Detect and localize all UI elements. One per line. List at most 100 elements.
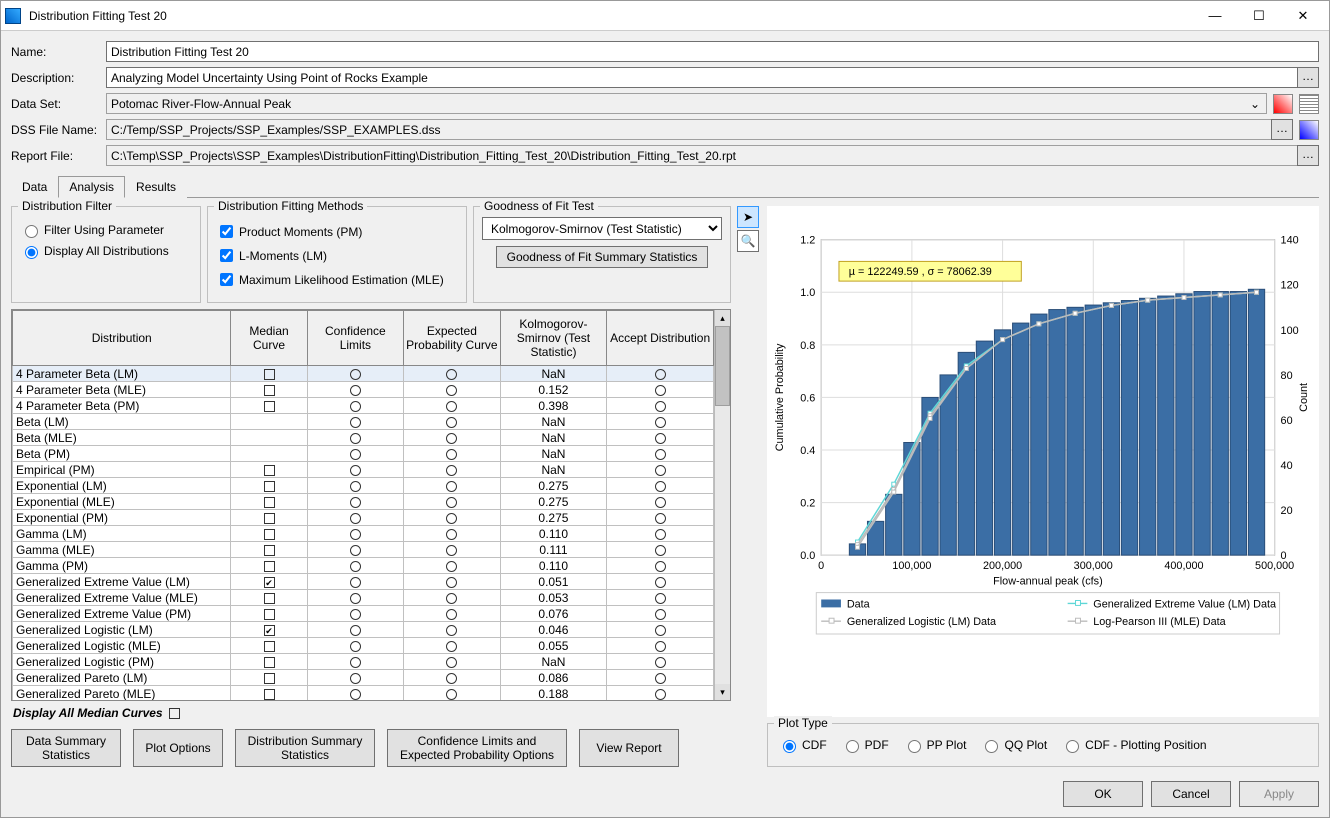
ok-button[interactable]: OK [1063, 781, 1143, 807]
table-row[interactable]: Generalized Logistic (PM) NaN [13, 654, 714, 670]
dist-summary-button[interactable]: Distribution Summary Statistics [235, 729, 375, 767]
svg-text:1.0: 1.0 [800, 287, 815, 299]
plot-type-cdf[interactable]: CDF [778, 737, 827, 753]
description-browse-button[interactable]: … [1297, 67, 1319, 88]
svg-text:20: 20 [1281, 505, 1293, 517]
minimize-button[interactable]: — [1193, 2, 1237, 30]
dss-file-field: C:/Temp/SSP_Projects/SSP_Examples/SSP_EX… [106, 119, 1272, 140]
gof-test-select[interactable]: Kolmogorov-Smirnov (Test Statistic) [482, 217, 722, 240]
cancel-button[interactable]: Cancel [1151, 781, 1231, 807]
name-input[interactable] [106, 41, 1319, 62]
tab-data[interactable]: Data [11, 176, 58, 198]
chart[interactable]: 0.00.20.40.60.81.01.20204060801001201400… [767, 206, 1319, 717]
pointer-tool-button[interactable]: ➤ [737, 206, 759, 228]
chart-blue-icon[interactable] [1299, 120, 1319, 140]
svg-text:1.2: 1.2 [800, 235, 815, 247]
close-button[interactable]: ✕ [1281, 2, 1325, 30]
description-input[interactable] [106, 67, 1298, 88]
col-median[interactable]: Median Curve [231, 311, 307, 366]
table-row[interactable]: Generalized Extreme Value (MLE) 0.053 [13, 590, 714, 606]
svg-text:100,000: 100,000 [892, 560, 931, 572]
table-row[interactable]: Gamma (MLE) 0.111 [13, 542, 714, 558]
plot-type-pdf[interactable]: PDF [841, 737, 889, 753]
name-label: Name: [11, 45, 106, 59]
filter-using-parameter-radio[interactable]: Filter Using Parameter [20, 222, 192, 238]
plot-type-pp[interactable]: PP Plot [903, 737, 967, 753]
plot-options-button[interactable]: Plot Options [133, 729, 223, 767]
svg-text:500,000: 500,000 [1255, 560, 1294, 572]
display-all-median-label: Display All Median Curves [13, 706, 163, 720]
display-all-median-checkbox[interactable] [169, 708, 180, 719]
table-row[interactable]: Generalized Extreme Value (PM) 0.076 [13, 606, 714, 622]
table-row[interactable]: Beta (LM) NaN [13, 414, 714, 430]
scroll-down-icon[interactable]: ▾ [715, 684, 730, 700]
svg-text:Flow-annual peak (cfs): Flow-annual peak (cfs) [993, 576, 1103, 588]
chart-red-icon[interactable] [1273, 94, 1293, 114]
col-expected[interactable]: Expected Probability Curve [404, 311, 501, 366]
svg-text:0.0: 0.0 [800, 550, 815, 562]
dss-file-value: C:/Temp/SSP_Projects/SSP_Examples/SSP_EX… [111, 123, 440, 137]
mle-checkbox[interactable]: Maximum Likelihood Estimation (MLE) [216, 270, 458, 289]
dss-label: DSS File Name: [11, 123, 106, 137]
data-summary-button[interactable]: Data Summary Statistics [11, 729, 121, 767]
svg-text:400,000: 400,000 [1164, 560, 1203, 572]
zoom-tool-button[interactable]: 🔍 [737, 230, 759, 252]
description-label: Description: [11, 71, 106, 85]
table-row[interactable]: Empirical (PM) NaN [13, 462, 714, 478]
svg-text:100: 100 [1281, 325, 1299, 337]
scroll-thumb[interactable] [715, 326, 730, 406]
report-browse-button[interactable]: … [1297, 145, 1319, 166]
col-confidence[interactable]: Confidence Limits [307, 311, 404, 366]
svg-text:40: 40 [1281, 460, 1293, 472]
lm-checkbox[interactable]: L-Moments (LM) [216, 246, 458, 265]
app-icon [5, 8, 21, 24]
table-row[interactable]: Beta (PM) NaN [13, 446, 714, 462]
table-row[interactable]: Generalized Pareto (MLE) 0.188 [13, 686, 714, 701]
display-all-distributions-radio[interactable]: Display All Distributions [20, 243, 192, 259]
col-distribution[interactable]: Distribution [13, 311, 231, 366]
pm-checkbox[interactable]: Product Moments (PM) [216, 222, 458, 241]
table-row[interactable]: Gamma (PM) 0.110 [13, 558, 714, 574]
table-row[interactable]: 4 Parameter Beta (LM) NaN [13, 366, 714, 382]
distribution-table: Distribution Median Curve Confidence Lim… [12, 310, 714, 700]
view-report-button[interactable]: View Report [579, 729, 679, 767]
plot-type-title: Plot Type [774, 716, 832, 730]
dss-browse-button[interactable]: … [1271, 119, 1293, 140]
dataset-select[interactable]: Potomac River-Flow-Annual Peak ⌄ [106, 93, 1267, 114]
conf-exp-button[interactable]: Confidence Limits and Expected Probabili… [387, 729, 567, 767]
table-row[interactable]: Beta (MLE) NaN [13, 430, 714, 446]
report-label: Report File: [11, 149, 106, 163]
plot-type-qq[interactable]: QQ Plot [980, 737, 1047, 753]
table-row[interactable]: 4 Parameter Beta (MLE) 0.152 [13, 382, 714, 398]
col-ks[interactable]: Kolmogorov-Smirnov (Test Statistic) [500, 311, 607, 366]
table-row[interactable]: Exponential (LM) 0.275 [13, 478, 714, 494]
filter-group-title: Distribution Filter [18, 199, 116, 213]
report-file-field: C:\Temp\SSP_Projects\SSP_Examples\Distri… [106, 145, 1298, 166]
tab-analysis[interactable]: Analysis [58, 176, 125, 198]
table-row[interactable]: Generalized Logistic (LM) 0.046 [13, 622, 714, 638]
maximize-button[interactable]: ☐ [1237, 2, 1281, 30]
window-title: Distribution Fitting Test 20 [29, 9, 1193, 23]
gof-summary-button[interactable]: Goodness of Fit Summary Statistics [496, 246, 709, 268]
table-row[interactable]: Exponential (MLE) 0.275 [13, 494, 714, 510]
tab-results[interactable]: Results [125, 176, 187, 198]
table-row[interactable]: Gamma (LM) 0.110 [13, 526, 714, 542]
table-row[interactable]: Generalized Extreme Value (LM) 0.051 [13, 574, 714, 590]
svg-text:Log-Pearson III (MLE) Data: Log-Pearson III (MLE) Data [1093, 616, 1226, 628]
svg-text:200,000: 200,000 [983, 560, 1022, 572]
tabs: Data Analysis Results [11, 175, 1319, 198]
svg-text:140: 140 [1281, 235, 1299, 247]
col-accept[interactable]: Accept Distribution [607, 311, 714, 366]
table-row[interactable]: Generalized Pareto (LM) 0.086 [13, 670, 714, 686]
table-scrollbar[interactable]: ▴ ▾ [714, 310, 730, 700]
table-icon[interactable] [1299, 94, 1319, 114]
plot-type-cdfpp[interactable]: CDF - Plotting Position [1061, 737, 1206, 753]
table-row[interactable]: Generalized Logistic (MLE) 0.055 [13, 638, 714, 654]
apply-button[interactable]: Apply [1239, 781, 1319, 807]
table-row[interactable]: Exponential (PM) 0.275 [13, 510, 714, 526]
svg-text:120: 120 [1281, 280, 1299, 292]
svg-text:µ = 122249.59 , σ = 78062.39: µ = 122249.59 , σ = 78062.39 [849, 266, 992, 278]
svg-text:0.6: 0.6 [800, 392, 815, 404]
scroll-up-icon[interactable]: ▴ [715, 310, 730, 326]
table-row[interactable]: 4 Parameter Beta (PM) 0.398 [13, 398, 714, 414]
